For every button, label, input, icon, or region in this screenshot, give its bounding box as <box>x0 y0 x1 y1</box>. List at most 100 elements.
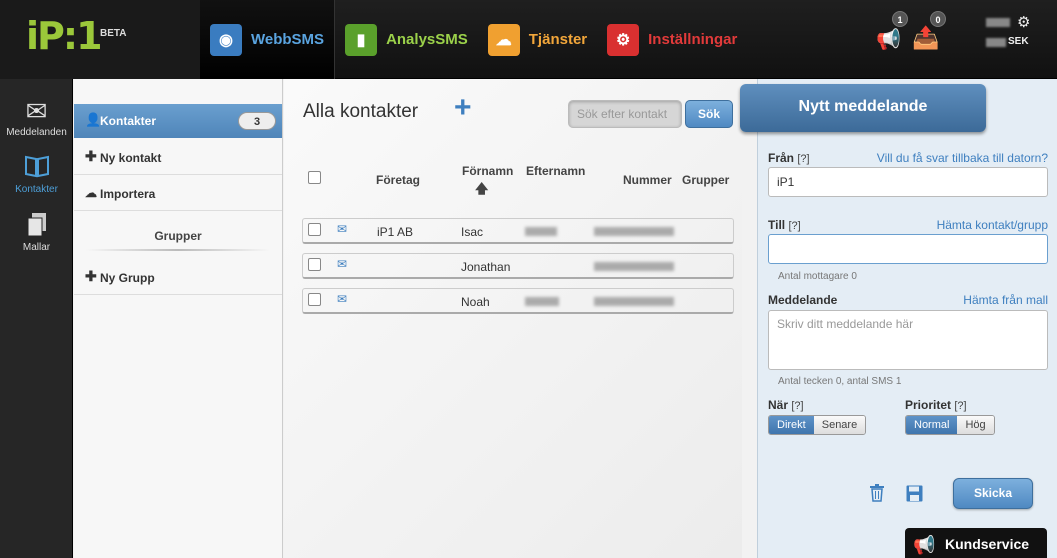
megaphone-icon[interactable]: 📢 <box>876 27 901 51</box>
table-row[interactable]: ✉ iP1 AB Isac <box>302 218 734 244</box>
to-label-text: Till <box>768 218 786 232</box>
help-link[interactable]: [?] <box>788 220 800 232</box>
gears-icon: ⚙ <box>607 23 640 56</box>
cell-firstname: Isac <box>461 225 484 239</box>
to-label: Till [?] <box>768 218 801 232</box>
add-contact-icon[interactable]: + <box>454 91 472 125</box>
table-row[interactable]: ✉ Jonathan <box>302 253 734 279</box>
column-header-groups[interactable]: Grupper <box>682 173 729 187</box>
nav-label: Inställningar <box>648 31 738 48</box>
nav-tj-nster[interactable]: ☁ Tjänster <box>478 0 597 79</box>
logo[interactable]: iP:1 <box>26 14 103 58</box>
save-icon[interactable] <box>906 485 923 507</box>
customer-service-label: Kundservice <box>945 536 1030 552</box>
message-label: Meddelande <box>768 293 838 307</box>
help-link[interactable]: [?] <box>797 153 809 165</box>
sidebar-item-contacts[interactable]: 👤 Kontakter 3 <box>74 104 282 138</box>
iconbar-messages[interactable]: ✉ Meddelanden <box>0 97 73 138</box>
cell-lastname-blurred <box>525 297 559 306</box>
row-checkbox[interactable] <box>308 223 321 236</box>
plus-icon: ✚ <box>85 148 97 164</box>
send-button[interactable]: Skicka <box>953 478 1033 509</box>
row-checkbox[interactable] <box>308 258 321 271</box>
message-textarea[interactable] <box>768 310 1048 370</box>
fetch-template-link[interactable]: Hämta från mall <box>920 293 1048 307</box>
row-checkbox[interactable] <box>308 293 321 306</box>
help-link[interactable]: [?] <box>954 400 966 412</box>
nav-inst-llningar[interactable]: ⚙ Inställningar <box>597 0 747 79</box>
priority-high-option[interactable]: Hög <box>957 416 994 434</box>
help-link[interactable]: [?] <box>791 400 803 412</box>
nav-label: WebbSMS <box>251 31 325 48</box>
contacts-count-badge: 3 <box>238 112 276 130</box>
sidebar-item-import[interactable]: ☁ Importera <box>74 175 282 211</box>
iconbar-label: Meddelanden <box>6 127 67 138</box>
envelope-icon[interactable]: ✉ <box>337 292 347 306</box>
outbox-icon[interactable]: 📤 <box>912 25 939 50</box>
priority-label: Prioritet [?] <box>905 398 967 412</box>
cell-lastname-blurred <box>525 227 557 236</box>
cell-number-blurred <box>594 227 674 236</box>
from-label: Från [?] <box>768 151 810 165</box>
to-input[interactable] <box>768 234 1048 264</box>
customer-service-button[interactable]: 📢 Kundservice <box>905 528 1047 558</box>
when-label: När [?] <box>768 398 804 412</box>
reply-to-computer-link[interactable]: Vill du få svar tillbaka till datorn? <box>860 151 1048 165</box>
cell-firstname: Jonathan <box>461 260 511 274</box>
search-button[interactable]: Sök <box>685 100 733 128</box>
when-toggle: Direkt Senare <box>768 415 867 435</box>
sort-up-arrow-icon[interactable]: 🡅 <box>475 180 488 202</box>
contacts-sidebar: 👤 Kontakter 3 ✚ Ny kontakt ☁ Importera G… <box>74 79 283 558</box>
envelope-icon[interactable]: ✉ <box>337 222 347 236</box>
megaphone-icon: 📢 <box>913 535 936 555</box>
plus-icon: ✚ <box>85 268 97 284</box>
character-count: Antal tecken 0, antal SMS 1 <box>778 376 902 387</box>
sidebar-item-label: Ny Grupp <box>100 271 155 285</box>
priority-toggle: Normal Hög <box>905 415 995 435</box>
trash-icon[interactable] <box>869 484 885 507</box>
nav-webbsms[interactable]: ◉ WebbSMS <box>200 0 336 79</box>
documents-icon <box>0 212 73 240</box>
column-header-number[interactable]: Nummer <box>623 173 672 187</box>
cell-number-blurred <box>594 297 674 306</box>
balance-currency: SEK <box>1008 36 1029 47</box>
fetch-contact-link[interactable]: Hämta kontakt/grupp <box>900 218 1048 232</box>
page-title: Alla kontakter <box>303 101 419 122</box>
priority-normal-option[interactable]: Normal <box>906 416 958 434</box>
priority-label-text: Prioritet <box>905 398 952 412</box>
iconbar-label: Kontakter <box>15 184 58 195</box>
from-label-text: Från <box>768 151 795 165</box>
column-header-firstname[interactable]: Förnamn <box>462 164 513 178</box>
icon-sidebar: ✉ Meddelanden Kontakter Mallar <box>0 79 73 558</box>
top-bar: iP:1 BETA ◉ WebbSMS ▮ AnalysSMS ☁ Tjänster ⚙ In… <box>0 0 1057 79</box>
iconbar-templates[interactable]: Mallar <box>0 212 73 253</box>
sidebar-item-new-group[interactable]: ✚ Ny Grupp <box>74 259 282 295</box>
cloud-upload-icon: ☁ <box>85 186 97 200</box>
groups-heading: Grupper <box>154 229 202 243</box>
search-input[interactable] <box>568 100 682 128</box>
when-direct-option[interactable]: Direkt <box>769 416 814 434</box>
select-all-checkbox[interactable] <box>308 171 321 184</box>
table-row[interactable]: ✉ Noah <box>302 288 734 314</box>
envelope-icon[interactable]: ✉ <box>337 257 347 271</box>
cell-number-blurred <box>594 262 674 271</box>
sidebar-item-new-contact[interactable]: ✚ Ny kontakt <box>74 139 282 175</box>
from-input[interactable] <box>768 167 1048 197</box>
notifications-count: 1 <box>892 11 908 27</box>
contacts-main: Alla kontakter + Sök Företag Förnamn 🡅 E… <box>284 79 742 558</box>
column-header-lastname[interactable]: Efternamn <box>526 164 585 178</box>
user-name-blurred <box>986 18 1010 27</box>
balance-blurred <box>986 38 1006 47</box>
outbox-count: 0 <box>930 11 946 27</box>
person-icon: 👤 <box>85 112 102 127</box>
when-later-option[interactable]: Senare <box>813 416 866 434</box>
when-label-text: När <box>768 398 789 412</box>
logo-chevron <box>150 0 176 79</box>
nav-label: AnalysSMS <box>386 31 468 48</box>
nav-analyssms[interactable]: ▮ AnalysSMS <box>335 0 478 79</box>
beta-label: BETA <box>100 28 127 39</box>
gear-icon[interactable]: ⚙ <box>1017 13 1041 35</box>
iconbar-contacts[interactable]: Kontakter <box>0 154 73 195</box>
new-message-tab[interactable]: Nytt meddelande <box>740 84 986 132</box>
column-header-company[interactable]: Företag <box>376 173 420 187</box>
